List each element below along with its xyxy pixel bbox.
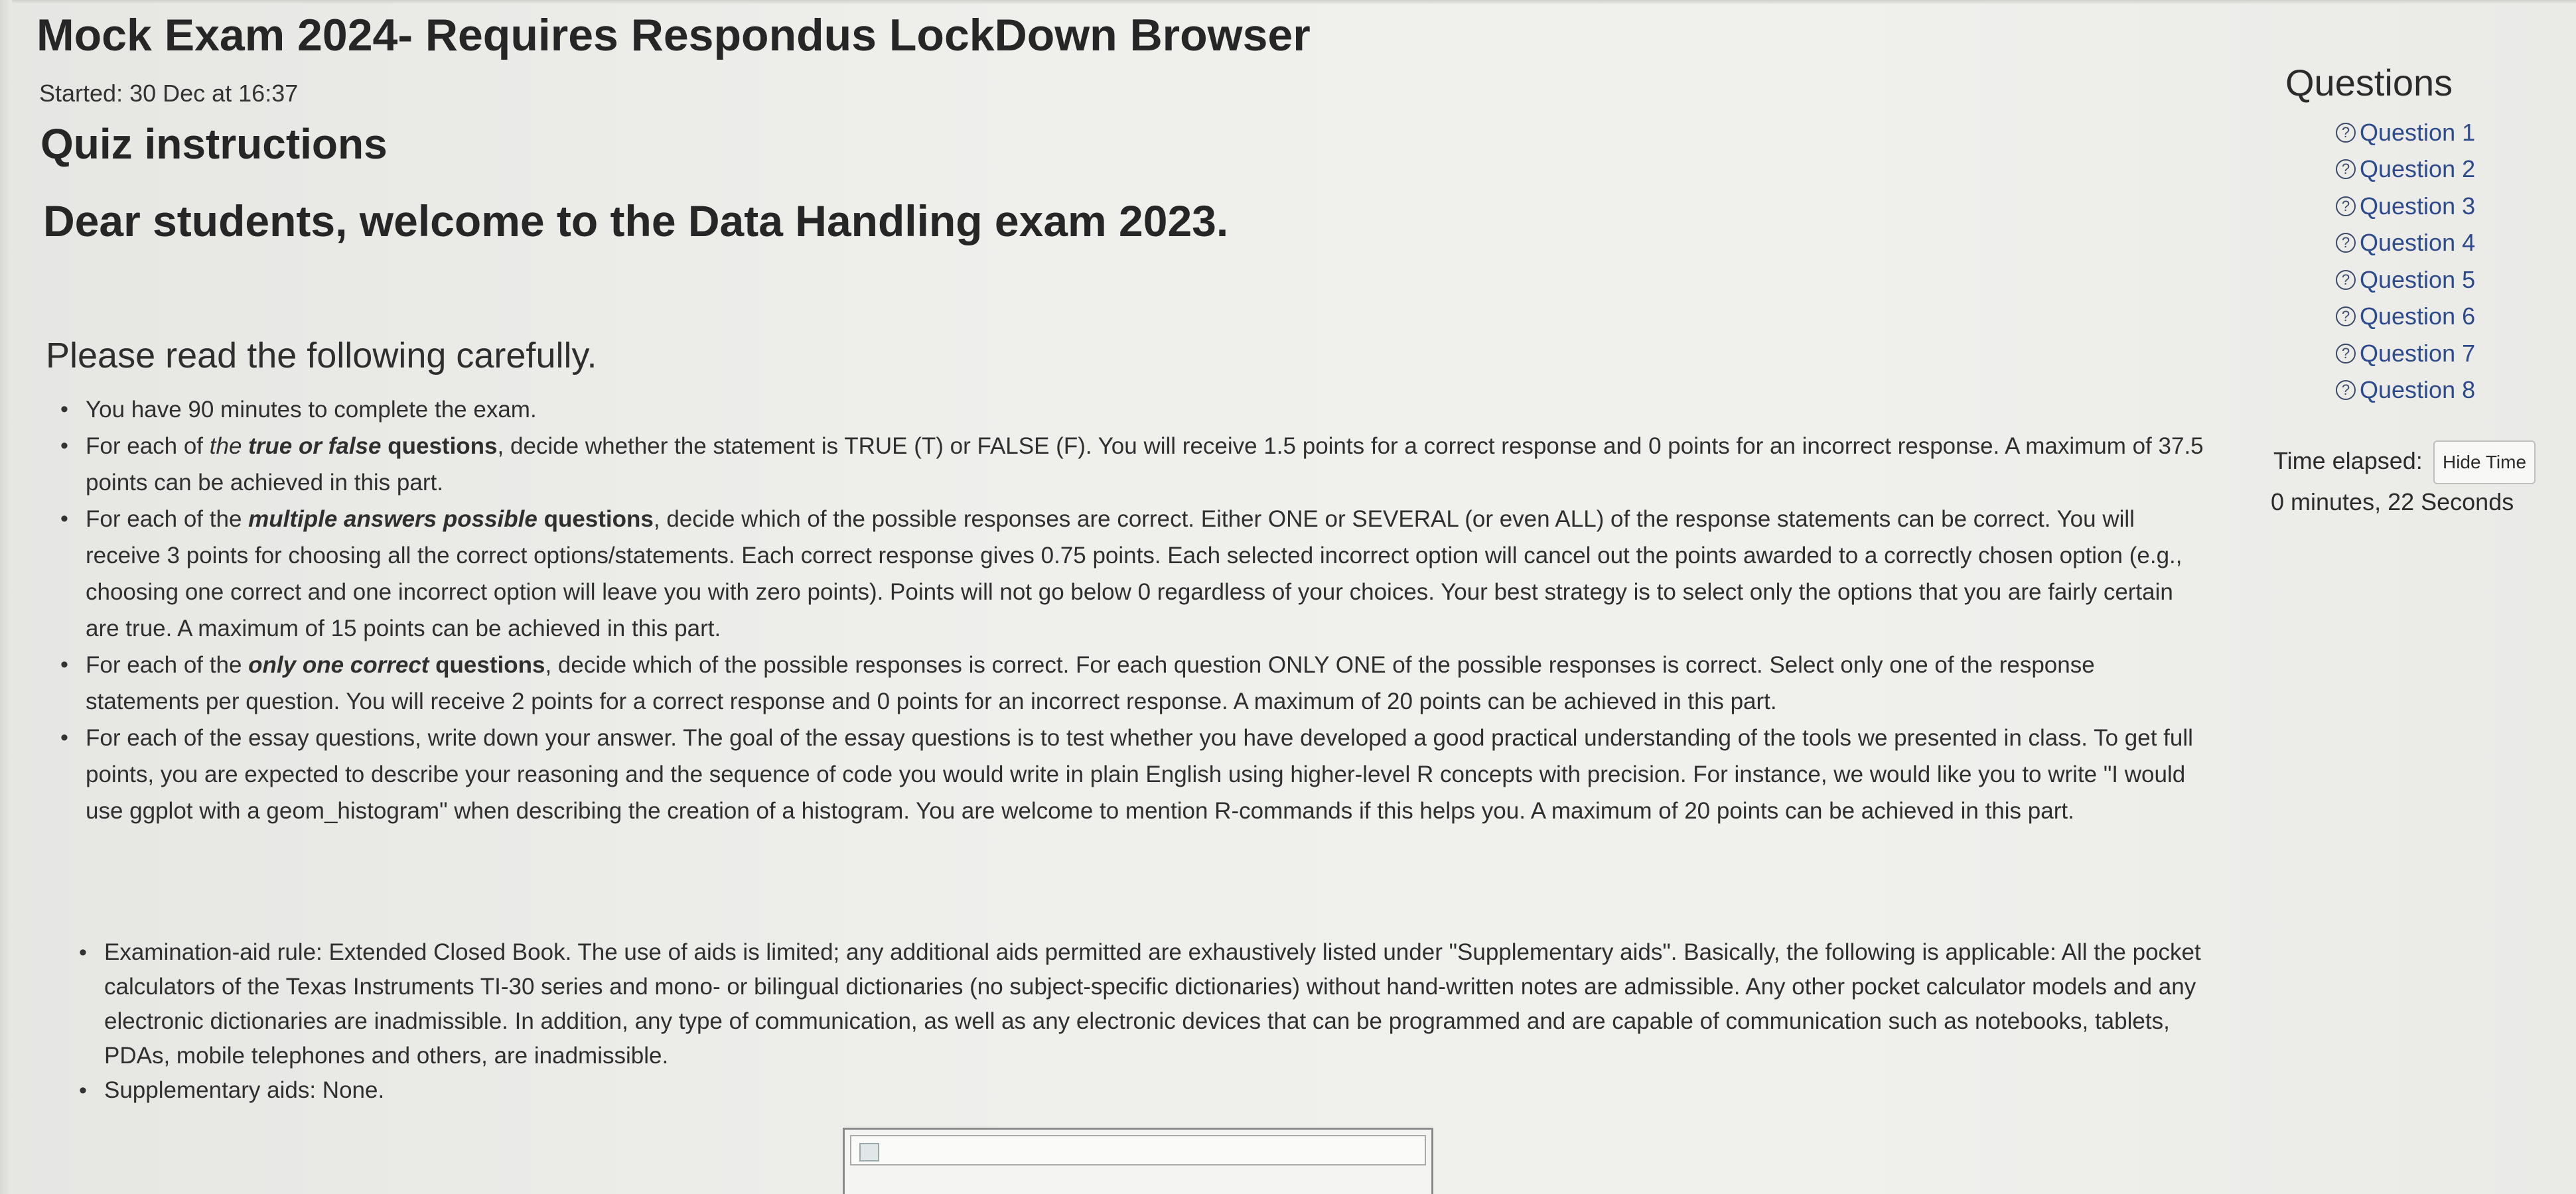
question-list-item[interactable]: ? Question 2 <box>2336 151 2475 188</box>
broken-image-frame <box>850 1135 1426 1165</box>
hide-time-button[interactable]: Hide Time <box>2433 440 2536 484</box>
question-link[interactable]: Question 3 <box>2360 192 2475 220</box>
rule-item: For each of the multiple answers possibl… <box>60 501 2209 647</box>
supplementary-aids-item: Supplementary aids: None. <box>79 1073 2214 1108</box>
question-link[interactable]: Question 2 <box>2360 155 2475 183</box>
rule-text-pre: For each of the <box>86 652 249 678</box>
rule-text-bold: questions <box>429 652 545 678</box>
rule-text: For each of the essay questions, write d… <box>86 725 2193 824</box>
question-list: ? Question 1 ? Question 2 ? Question 3 ?… <box>2336 114 2475 409</box>
rules-list: You have 90 minutes to complete the exam… <box>56 391 2209 829</box>
question-list-item[interactable]: ? Question 1 <box>2336 114 2475 151</box>
broken-image-icon <box>859 1143 879 1161</box>
question-circle-icon: ? <box>2336 306 2356 327</box>
question-circle-icon: ? <box>2336 159 2356 180</box>
question-circle-icon: ? <box>2336 122 2356 143</box>
question-link[interactable]: Question 1 <box>2360 119 2475 147</box>
question-list-item[interactable]: ? Question 4 <box>2336 225 2475 262</box>
started-timestamp: Started: 30 Dec at 16:37 <box>39 80 299 107</box>
question-circle-icon: ? <box>2336 196 2356 216</box>
question-link[interactable]: Question 6 <box>2360 302 2475 330</box>
question-circle-icon: ? <box>2336 269 2356 290</box>
exam-title: Mock Exam 2024- Requires Respondus LockD… <box>36 10 1311 60</box>
question-link[interactable]: Question 8 <box>2360 376 2475 404</box>
question-list-item[interactable]: ? Question 6 <box>2336 298 2475 336</box>
question-list-item[interactable]: ? Question 8 <box>2336 372 2475 409</box>
questions-heading: Questions <box>2285 62 2453 103</box>
question-circle-icon: ? <box>2336 380 2356 401</box>
rule-item: For each of the true or false questions,… <box>60 428 2209 501</box>
rule-item: For each of the only one correct questio… <box>60 647 2209 720</box>
exam-aid-rule-item: Examination-aid rule: Extended Closed Bo… <box>79 935 2214 1073</box>
question-list-overflow <box>2336 406 2508 419</box>
rule-text: You have 90 minutes to complete the exam… <box>86 397 537 423</box>
screen-top-edge <box>0 0 2576 4</box>
question-list-item[interactable]: ? Question 5 <box>2336 261 2475 298</box>
please-read-heading: Please read the following carefully. <box>46 336 597 375</box>
question-list-item[interactable]: ? Question 3 <box>2336 188 2475 225</box>
quiz-instructions-heading: Quiz instructions <box>40 120 388 168</box>
time-elapsed-label: Time elapsed: <box>2273 447 2423 474</box>
time-elapsed-value: 0 minutes, 22 Seconds <box>2271 488 2514 515</box>
question-list-item[interactable]: ? Question 7 <box>2336 335 2475 372</box>
rule-text-bold-italic: only one correct <box>248 652 429 678</box>
rule-text-bold-italic: multiple answers possible <box>248 506 537 532</box>
exam-aid-rules-list: Examination-aid rule: Extended Closed Bo… <box>75 935 2214 1108</box>
rule-text-bold-italic: true or false <box>242 433 382 459</box>
question-link[interactable]: Question 4 <box>2360 229 2475 257</box>
rule-text-pre: For each of the <box>86 506 249 532</box>
rule-item: You have 90 minutes to complete the exam… <box>60 391 2209 428</box>
screen-left-edge <box>0 0 12 1194</box>
rule-text-bold: questions <box>381 433 498 459</box>
rule-item: For each of the essay questions, write d… <box>60 720 2209 829</box>
rule-text-bold: questions <box>537 506 654 532</box>
question-link[interactable]: Question 5 <box>2360 266 2475 294</box>
question-link[interactable]: Question 7 <box>2360 340 2475 367</box>
rule-text-pre: For each of <box>86 433 210 459</box>
page: Mock Exam 2024- Requires Respondus LockD… <box>0 0 2576 1194</box>
welcome-heading: Dear students, welcome to the Data Handl… <box>43 196 1229 245</box>
rule-text-italic: the <box>209 433 242 459</box>
broken-image-placeholder <box>843 1128 1433 1194</box>
question-circle-icon: ? <box>2336 343 2356 364</box>
question-circle-icon: ? <box>2336 233 2356 253</box>
